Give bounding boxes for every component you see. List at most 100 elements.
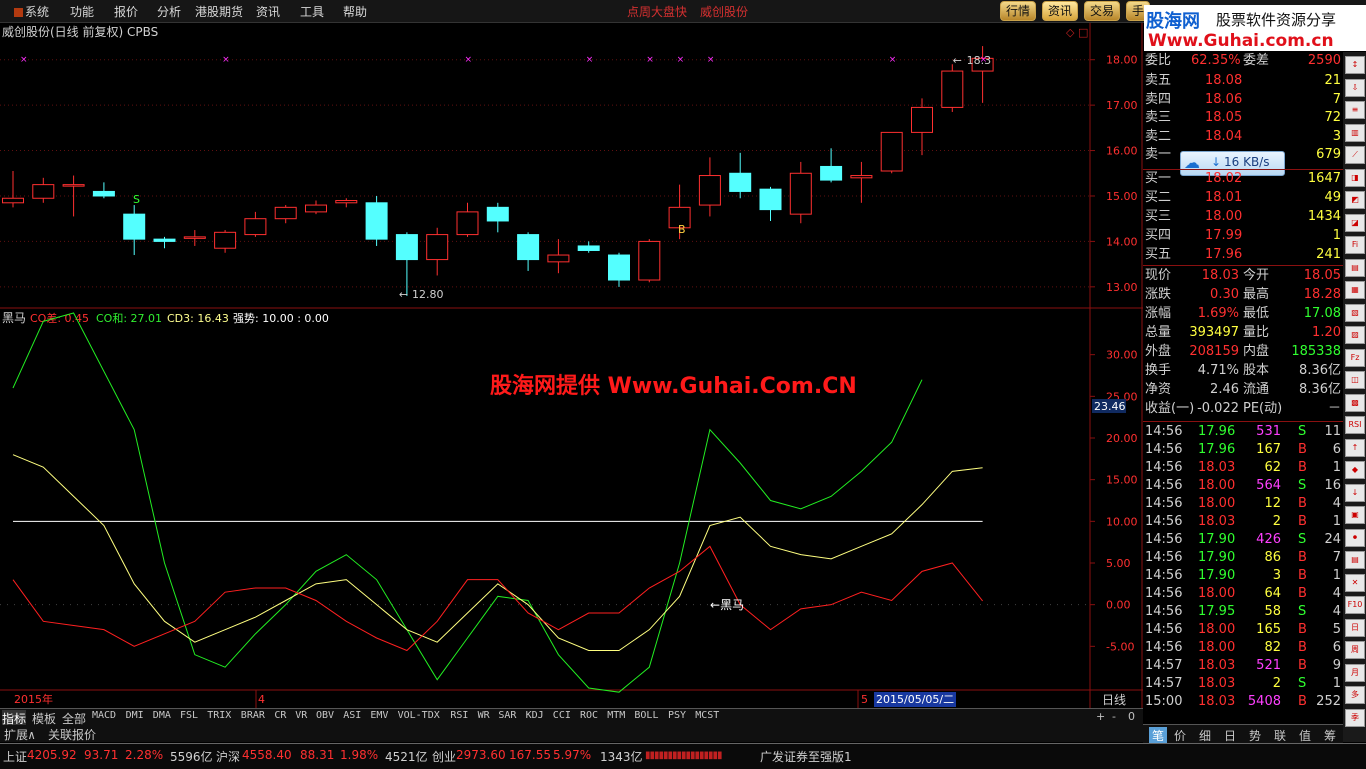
tool-icon[interactable]: ↕ xyxy=(1345,56,1365,74)
tool-icon[interactable]: ◨ xyxy=(1345,168,1365,187)
tick-side: B xyxy=(1298,568,1307,583)
tool-icon[interactable]: ▤ xyxy=(1345,258,1365,277)
menu-quote[interactable]: 报价 xyxy=(114,3,138,20)
stat-value: 4.71% xyxy=(1197,363,1239,378)
market-button[interactable]: 行情 xyxy=(1000,1,1037,21)
detail-tab[interactable]: 价 xyxy=(1174,727,1186,744)
tick-count: 7 xyxy=(1332,550,1341,565)
indicator-tab[interactable]: BOLL xyxy=(634,710,658,721)
indicator-tab[interactable]: MCST xyxy=(695,710,719,721)
tool-icon[interactable]: F10 xyxy=(1345,596,1365,614)
indicator-tab[interactable]: MTM xyxy=(607,710,625,721)
tick-volume: 62 xyxy=(1264,460,1281,475)
diamond-icon[interactable]: ◇ xyxy=(1066,26,1075,39)
indicator-tab[interactable]: BRAR xyxy=(241,710,265,721)
indicator-tab[interactable]: EMV xyxy=(370,710,388,721)
indicator-tab[interactable]: KDJ xyxy=(526,710,544,721)
tool-icon[interactable]: ▩ xyxy=(1345,393,1365,412)
detail-tab[interactable]: 细 xyxy=(1199,727,1211,744)
tool-icon[interactable]: RSI xyxy=(1345,416,1365,434)
menu-function[interactable]: 功能 xyxy=(70,3,94,20)
tick-time: 14:56 xyxy=(1145,460,1183,475)
tool-icon[interactable]: ⟋ xyxy=(1345,146,1365,164)
tool-icon[interactable]: ◪ xyxy=(1345,213,1365,232)
sell-signal-marker: S xyxy=(133,193,140,206)
restore-icon[interactable]: □ xyxy=(1078,26,1088,39)
tool-icon[interactable]: Fz xyxy=(1345,348,1365,367)
sh-label[interactable]: 上证 xyxy=(3,748,27,765)
tool-icon[interactable]: ↑ xyxy=(1345,438,1365,457)
tool-icon[interactable]: ◆ xyxy=(1345,461,1365,479)
tool-icon[interactable]: ▣ xyxy=(1345,506,1365,524)
candle xyxy=(941,64,964,112)
price-tick-label: 17.00 xyxy=(1106,99,1138,112)
menu-analysis[interactable]: 分析 xyxy=(157,3,181,20)
stat-row: 收益(一) -0.022 PE(动) － xyxy=(1143,400,1343,418)
indicator-tab[interactable]: MACD xyxy=(92,710,116,721)
expand-tab[interactable]: 扩展∧ xyxy=(4,726,35,743)
tick-price: 18.00 xyxy=(1198,478,1236,493)
zoom-out-button[interactable]: - xyxy=(1112,710,1116,723)
tool-icon[interactable]: ▨ xyxy=(1345,326,1365,344)
news-button[interactable]: 资讯 xyxy=(1042,1,1079,21)
detail-tab[interactable]: 值 xyxy=(1299,727,1311,744)
menu-help[interactable]: 帮助 xyxy=(343,3,367,20)
tool-icon[interactable]: 周 xyxy=(1345,641,1365,659)
sh-value: 4205.92 xyxy=(27,748,77,762)
indicator-tab[interactable]: WR xyxy=(478,710,490,721)
tool-icon[interactable]: ▧ xyxy=(1345,303,1365,322)
tool-icon[interactable]: ⚫ xyxy=(1345,528,1365,547)
menu-news[interactable]: 资讯 xyxy=(256,3,280,20)
detail-tab[interactable]: 日 xyxy=(1224,727,1236,744)
tool-icon[interactable]: ▤ xyxy=(1345,551,1365,569)
menu-tools[interactable]: 工具 xyxy=(300,3,324,20)
indicator-tab[interactable]: SAR xyxy=(498,710,516,721)
tool-icon[interactable]: ◫ xyxy=(1345,371,1365,389)
tool-icon[interactable]: 季 xyxy=(1345,708,1365,727)
indicator-tab[interactable]: CCI xyxy=(553,710,571,721)
period-label[interactable]: 日线 xyxy=(1102,693,1126,707)
indicator-tab[interactable]: OBV xyxy=(316,710,334,721)
indicator-tab[interactable]: PSY xyxy=(668,710,686,721)
tool-icon[interactable]: ✕ xyxy=(1345,573,1365,592)
indicator-tab[interactable]: VOL-TDX xyxy=(398,710,440,721)
indicator-tab[interactable]: CR xyxy=(274,710,286,721)
tool-icon[interactable]: ↓ xyxy=(1345,483,1365,502)
tool-icon[interactable]: ≡ xyxy=(1345,101,1365,119)
tool-icon[interactable]: 月 xyxy=(1345,663,1365,682)
detail-tab[interactable]: 笔 xyxy=(1149,727,1168,744)
indicator-tab[interactable]: ROC xyxy=(580,710,598,721)
detail-tab[interactable]: 势 xyxy=(1249,727,1261,744)
chart-area[interactable]: 18.0017.0016.0015.0014.0013.00 × × × × × × × × ×… xyxy=(0,23,1143,709)
sh-change: 93.71 xyxy=(84,748,119,762)
tick-row: 14:56 18.00 12 B 4 xyxy=(1143,495,1343,513)
menu-hk-futures[interactable]: 港股期货 xyxy=(195,3,243,20)
indicator-tab[interactable]: VR xyxy=(295,710,307,721)
tick-volume: 165 xyxy=(1256,622,1281,637)
tool-icon[interactable]: ◩ xyxy=(1345,191,1365,209)
tool-icon[interactable]: Fi xyxy=(1345,236,1365,254)
zoom-reset-button[interactable]: 0 xyxy=(1128,710,1135,723)
indicator-tab[interactable]: RSI xyxy=(450,710,468,721)
menu-system[interactable]: 系统 xyxy=(14,3,49,20)
related-quote-tab[interactable]: 关联报价 xyxy=(48,726,96,743)
trade-button[interactable]: 交易 xyxy=(1084,1,1121,21)
indicator-tab[interactable]: ASI xyxy=(343,710,361,721)
zoom-in-button[interactable]: + xyxy=(1096,710,1105,723)
buy-signal-marker: B xyxy=(678,223,686,236)
indicator-tab[interactable]: FSL xyxy=(180,710,198,721)
hs-label[interactable]: 沪深 xyxy=(216,748,240,765)
cy-label[interactable]: 创业 xyxy=(432,748,456,765)
tick-count: 9 xyxy=(1332,658,1341,673)
tool-icon[interactable]: ⇩ xyxy=(1345,78,1365,97)
indicator-tab[interactable]: DMI xyxy=(126,710,144,721)
indicator-tab[interactable]: TRIX xyxy=(207,710,231,721)
tool-icon[interactable]: 多 xyxy=(1345,686,1365,704)
detail-tab[interactable]: 联 xyxy=(1274,727,1286,744)
detail-tab[interactable]: 筹 xyxy=(1324,727,1336,744)
indicator-tab[interactable]: DMA xyxy=(153,710,171,721)
tick-side: B xyxy=(1298,514,1307,529)
tool-icon[interactable]: ▦ xyxy=(1345,281,1365,299)
tool-icon[interactable]: 日 xyxy=(1345,618,1365,637)
tool-icon[interactable]: ▥ xyxy=(1345,123,1365,142)
